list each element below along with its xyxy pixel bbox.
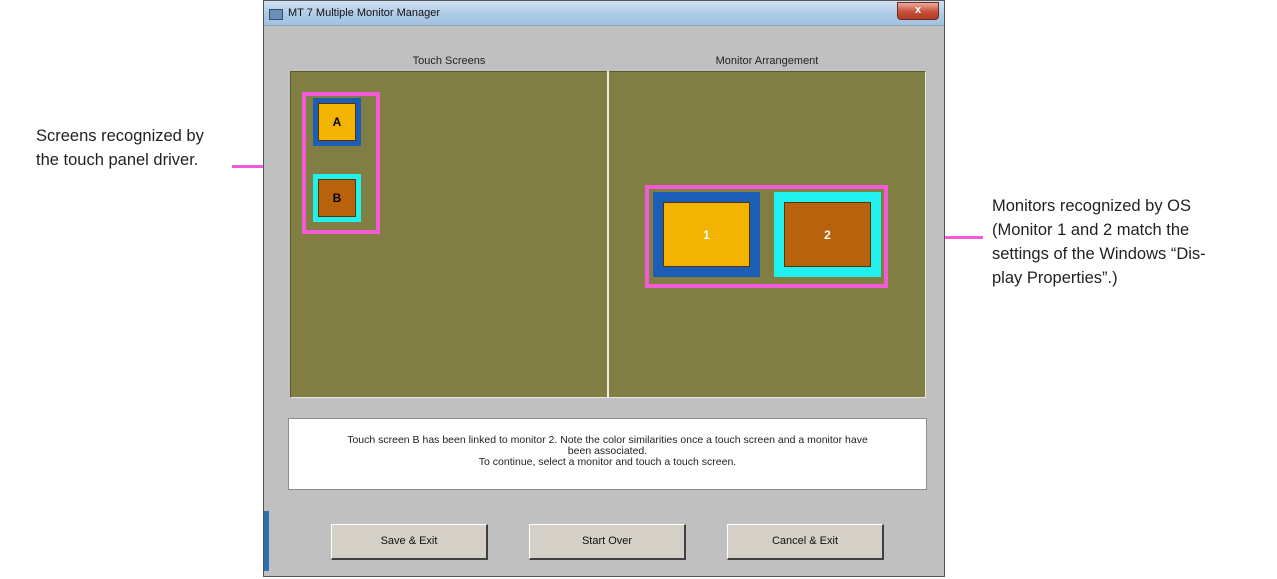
annotation-line: settings of the Windows “Dis-: [992, 245, 1206, 263]
annotation-line: (Monitor 1 and 2 match the: [992, 221, 1190, 239]
status-message: Touch screen B has been linked to monito…: [288, 418, 927, 490]
annotation-line: Screens recognized by: [36, 127, 204, 145]
pane-divider: [607, 71, 609, 398]
app-window: MT 7 Multiple Monitor Manager x Touch Sc…: [263, 0, 945, 577]
touch-screens-label: Touch Screens: [412, 55, 486, 67]
monitors-annotation: Monitors recognized by OS (Monitor 1 and…: [992, 194, 1272, 290]
monitor-arrangement-label: Monitor Arrangement: [715, 55, 819, 67]
app-icon: [269, 9, 283, 20]
close-button[interactable]: x: [897, 2, 939, 20]
message-line: To continue, select a monitor and touch …: [478, 456, 737, 468]
annotation-line: play Properties”.): [992, 269, 1118, 287]
touch-screens-annotation: Screens recognized by the touch panel dr…: [36, 124, 261, 172]
start-over-button[interactable]: Start Over: [529, 524, 686, 560]
save-exit-button[interactable]: Save & Exit: [331, 524, 488, 560]
touch-screens-highlight: [302, 92, 380, 234]
client-area: Touch Screens Monitor Arrangement A B 1: [269, 26, 939, 571]
annotation-line: the touch panel driver.: [36, 151, 199, 169]
annotation-line: Monitors recognized by OS: [992, 197, 1192, 215]
cancel-exit-button[interactable]: Cancel & Exit: [727, 524, 884, 560]
window-title: MT 7 Multiple Monitor Manager: [288, 7, 441, 19]
monitors-highlight: [645, 185, 888, 288]
title-bar[interactable]: MT 7 Multiple Monitor Manager x: [264, 1, 944, 26]
